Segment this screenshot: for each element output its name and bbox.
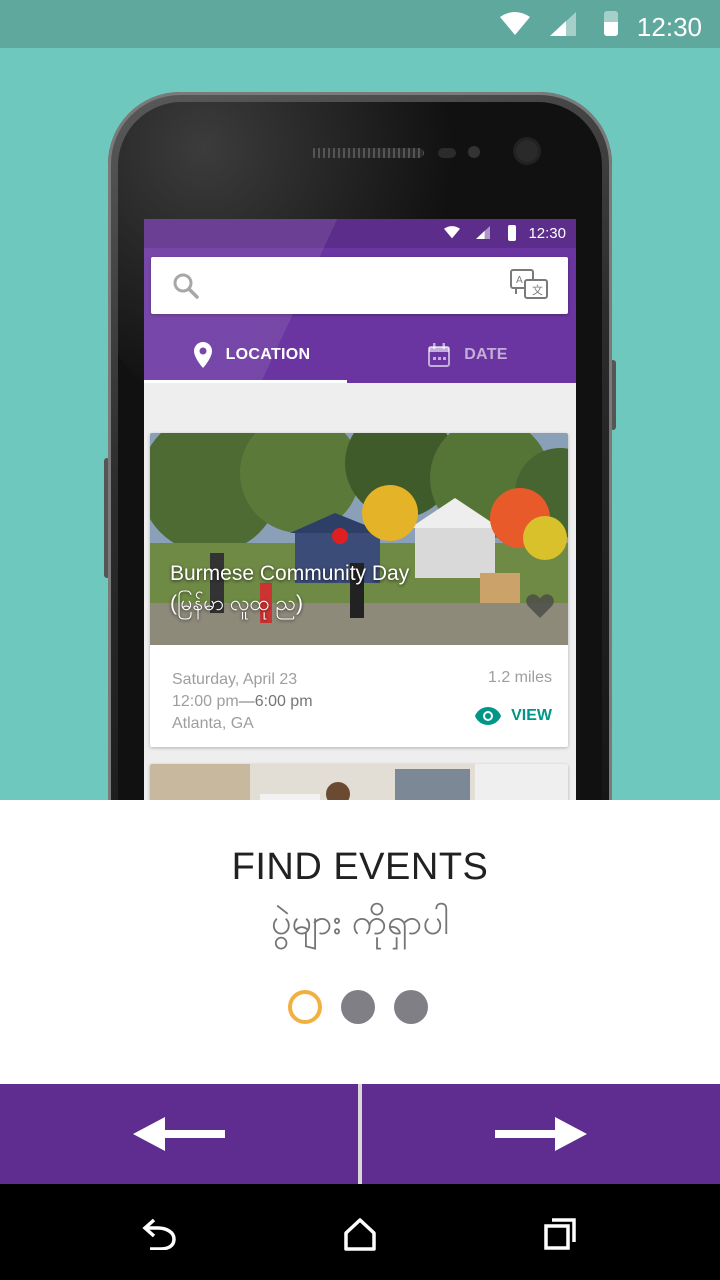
phone-camera — [516, 140, 538, 162]
recents-button[interactable] — [540, 1214, 580, 1254]
page-subtitle: ပွဲများ ကိုရှာပါ — [270, 901, 450, 942]
tab-date-label: DATE — [464, 345, 508, 363]
event-time: 12:00 pm—6:00 pm — [172, 693, 313, 710]
preview-status-bar: 12:30 — [144, 219, 576, 248]
wifi-icon — [444, 226, 460, 239]
onboarding-info: FIND EVENTS ပွဲများ ကိုရှာပါ — [0, 800, 720, 1084]
event-photo — [150, 764, 568, 800]
status-bar: 12:30 — [0, 0, 720, 48]
onboarding-illustration: 12:30 A 文 LOCATION DATE Burmese Communit… — [0, 48, 720, 800]
event-date: Saturday, April 23 — [172, 671, 298, 688]
eye-icon — [475, 707, 502, 725]
search-icon — [173, 273, 199, 299]
event-title-english: Burmese Community Day — [170, 562, 410, 585]
svg-text:文: 文 — [532, 283, 543, 297]
calendar-icon — [428, 342, 451, 367]
onboarding-nav — [0, 1084, 720, 1184]
preview-tabs: LOCATION DATE — [144, 326, 576, 383]
preview-app-bar: A 文 LOCATION DATE — [144, 248, 576, 383]
tab-indicator — [144, 380, 347, 383]
phone-sensor — [468, 146, 480, 158]
signal-icon — [476, 226, 490, 239]
preview-search-bar: A 文 — [151, 257, 568, 314]
location-pin-icon — [193, 341, 212, 368]
system-nav-bar — [0, 1184, 720, 1280]
heart-icon — [526, 594, 554, 618]
arrow-left-icon — [133, 1117, 225, 1151]
recents-icon — [544, 1218, 576, 1250]
tab-location: LOCATION — [144, 326, 360, 383]
arrow-right-icon — [495, 1117, 587, 1151]
back-icon — [142, 1218, 176, 1250]
event-distance: 1.2 miles — [487, 669, 552, 686]
signal-icon — [550, 12, 576, 36]
home-icon — [344, 1218, 376, 1251]
next-button[interactable] — [362, 1084, 720, 1184]
view-button-label: VIEW — [511, 707, 552, 724]
wifi-icon — [500, 12, 530, 35]
event-card — [150, 764, 568, 800]
phone-sensor — [438, 148, 456, 158]
event-title-burmese: (မြန်မာ လူထု ည) — [170, 592, 303, 615]
page-dot-1[interactable] — [288, 990, 322, 1024]
svg-text:A: A — [516, 275, 523, 286]
translate-icon: A 文 — [510, 269, 548, 299]
page-dot-2[interactable] — [341, 990, 375, 1024]
page-title: FIND EVENTS — [231, 846, 489, 888]
status-time: 12:30 — [636, 12, 702, 42]
page-dot-3[interactable] — [394, 990, 428, 1024]
event-details: Saturday, April 23 12:00 pm—6:00 pm Atla… — [172, 669, 313, 735]
battery-icon — [604, 11, 618, 36]
back-button[interactable] — [140, 1214, 180, 1254]
previous-button[interactable] — [0, 1084, 358, 1184]
preview-status-time: 12:30 — [528, 225, 566, 242]
event-photo: Burmese Community Day (မြန်မာ လူထု ည) — [150, 433, 568, 645]
home-button[interactable] — [340, 1214, 380, 1254]
event-card: Burmese Community Day (မြန်မာ လူထု ည) Sa… — [150, 433, 568, 747]
event-title: Burmese Community Day (မြန်မာ လူထု ည) — [170, 559, 409, 619]
event-location: Atlanta, GA — [172, 715, 254, 732]
tab-date: DATE — [360, 326, 576, 383]
phone-speaker — [310, 148, 424, 158]
battery-icon — [508, 225, 516, 241]
view-button: VIEW — [475, 707, 552, 725]
page-indicator — [288, 990, 428, 1024]
tab-location-label: LOCATION — [225, 345, 311, 363]
phone-screen: 12:30 A 文 LOCATION DATE Burmese Communit… — [144, 219, 576, 800]
